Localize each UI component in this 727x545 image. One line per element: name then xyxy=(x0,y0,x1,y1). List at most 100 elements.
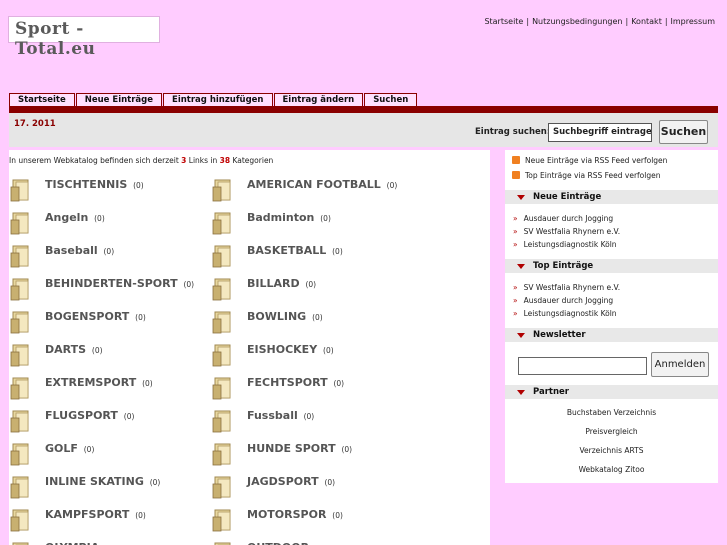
category-count: (0) xyxy=(320,214,331,223)
tab-startseite[interactable]: Startseite xyxy=(9,93,75,106)
search-button[interactable]: Suchen xyxy=(659,120,708,144)
category-link[interactable]: BOWLING (0) xyxy=(247,310,323,323)
category-link[interactable]: OUTDOOR xyxy=(247,541,311,545)
top-entry-link[interactable]: » Ausdauer durch Jogging xyxy=(513,296,613,305)
new-entry-label: Leistungsdiagnostik Köln xyxy=(523,240,617,249)
category-link[interactable]: BILLARD (0) xyxy=(247,277,316,290)
category-count: (0) xyxy=(323,346,334,355)
new-entry-link[interactable]: » SV Westfalia Rhynern e.V. xyxy=(513,227,620,236)
category-name: GOLF xyxy=(45,442,78,455)
folder-icon xyxy=(10,211,32,235)
category-count: (0) xyxy=(135,511,146,520)
top-link-startseite[interactable]: Startseite xyxy=(484,17,523,26)
info-bar: 17. 2011 Eintrag suchen: Suchbegriff ein… xyxy=(9,113,718,147)
category-link[interactable]: EISHOCKEY (0) xyxy=(247,343,334,356)
category-link[interactable]: BOGENSPORT (0) xyxy=(45,310,146,323)
partner-link[interactable]: Buchstaben Verzeichnis xyxy=(505,408,718,417)
category-link[interactable]: BEHINDERTEN-SPORT (0) xyxy=(45,277,194,290)
tab-eintrag-aendern[interactable]: Eintrag ändern xyxy=(273,93,364,106)
category-link[interactable]: MOTORSPOR (0) xyxy=(247,508,343,521)
folder-icon xyxy=(212,409,234,433)
category-count: (0) xyxy=(386,181,398,190)
category-link[interactable]: KAMPFSPORT (0) xyxy=(45,508,146,521)
partner-link[interactable]: Verzeichnis ARTS xyxy=(505,446,718,455)
categories-count: 38 xyxy=(219,156,231,165)
category-link[interactable]: INLINE SKATING (0) xyxy=(45,475,160,488)
partner-link[interactable]: Preisvergleich xyxy=(505,427,718,436)
folder-icon xyxy=(212,277,234,301)
folder-icon xyxy=(10,409,32,433)
new-entry-link[interactable]: » Leistungsdiagnostik Köln xyxy=(513,240,617,249)
folder-icon xyxy=(10,376,32,400)
category-link[interactable]: Badminton (0) xyxy=(247,211,331,224)
folder-icon xyxy=(212,244,234,268)
main-nav: Startseite Neue Einträge Eintrag hinzufü… xyxy=(9,93,418,106)
folder-icon xyxy=(10,442,32,466)
category-link[interactable]: EXTREMSPORT (0) xyxy=(45,376,153,389)
category-count: (0) xyxy=(91,346,103,355)
category-link[interactable]: GOLF (0) xyxy=(45,442,94,455)
rss-new-link[interactable]: Neue Einträge via RSS Feed verfolgen xyxy=(512,156,667,165)
category-name: BOWLING xyxy=(247,310,307,323)
top-entry-link[interactable]: » Leistungsdiagnostik Köln xyxy=(513,309,617,318)
new-entry-link[interactable]: » Ausdauer durch Jogging xyxy=(513,214,613,223)
category-name: EISHOCKEY xyxy=(247,343,318,356)
folder-icon xyxy=(10,343,32,367)
category-name: AMERICAN FOOTBALL xyxy=(247,178,381,191)
category-name: OUTDOOR xyxy=(247,541,309,545)
partner-title: Partner xyxy=(533,387,570,397)
category-count: (0) xyxy=(94,214,105,223)
category-link[interactable]: HUNDE SPORT (0) xyxy=(247,442,352,455)
catalog-intro: In unserem Webkatalog befinden sich derz… xyxy=(9,156,273,165)
category-name: EXTREMSPORT xyxy=(45,376,137,389)
category-link[interactable]: JAGDSPORT (0) xyxy=(247,475,335,488)
newsletter-subscribe-button[interactable]: Anmelden xyxy=(651,352,709,377)
folder-icon xyxy=(212,343,234,367)
site-logo[interactable]: Sport - Total.eu xyxy=(8,16,160,59)
category-count: (0) xyxy=(332,247,343,256)
tab-suchen[interactable]: Suchen xyxy=(364,93,418,106)
top-link-kontakt[interactable]: Kontakt xyxy=(631,17,662,26)
category-name: KAMPFSPORT xyxy=(45,508,130,521)
category-link[interactable]: TISCHTENNIS (0) xyxy=(45,178,144,191)
category-link[interactable]: FECHTSPORT (0) xyxy=(247,376,344,389)
triangle-down-icon xyxy=(517,390,525,395)
top-entry-label: Leistungsdiagnostik Köln xyxy=(523,309,617,318)
category-link[interactable]: Baseball (0) xyxy=(45,244,114,257)
search-input[interactable]: Suchbegriff eintragen xyxy=(548,123,652,142)
category-link[interactable]: Angeln (0) xyxy=(45,211,105,224)
top-link-nutzungsbedingungen[interactable]: Nutzungsbedingungen xyxy=(532,17,622,26)
category-name: OLYMPIA xyxy=(45,541,99,545)
category-link[interactable]: FLUGSPORT (0) xyxy=(45,409,134,422)
category-name: MOTORSPOR xyxy=(247,508,327,521)
category-count: (0) xyxy=(333,379,345,388)
arrow-icon: » xyxy=(513,227,518,236)
folder-icon xyxy=(10,277,32,301)
category-link[interactable]: DARTS (0) xyxy=(45,343,103,356)
top-link-impressum[interactable]: Impressum xyxy=(671,17,715,26)
category-name: BASKETBALL xyxy=(247,244,327,257)
category-link[interactable]: OLYMPIA xyxy=(45,541,101,545)
category-count: (0) xyxy=(133,181,144,190)
folder-icon xyxy=(10,244,32,268)
newsletter-email-input[interactable] xyxy=(518,357,647,375)
category-name: BEHINDERTEN-SPORT xyxy=(45,277,178,290)
category-count: (0) xyxy=(303,412,315,421)
category-panel: In unserem Webkatalog befinden sich derz… xyxy=(9,150,490,545)
arrow-icon: » xyxy=(513,240,518,249)
folder-icon xyxy=(10,178,32,202)
rss-top-link[interactable]: Top Einträge via RSS Feed verfolgen xyxy=(512,171,660,180)
category-count: (0) xyxy=(332,511,343,520)
category-link[interactable]: AMERICAN FOOTBALL (0) xyxy=(247,178,397,191)
folder-icon xyxy=(212,508,234,532)
category-link[interactable]: Fussball (0) xyxy=(247,409,314,422)
rss-icon xyxy=(512,156,520,164)
top-entry-link[interactable]: » SV Westfalia Rhynern e.V. xyxy=(513,283,620,292)
tab-eintrag-hinzufuegen[interactable]: Eintrag hinzufügen xyxy=(163,93,273,106)
category-link[interactable]: BASKETBALL (0) xyxy=(247,244,343,257)
tab-neue-eintraege[interactable]: Neue Einträge xyxy=(75,93,163,106)
rss-new-label: Neue Einträge via RSS Feed verfolgen xyxy=(525,156,668,165)
category-count: (0) xyxy=(142,379,153,388)
partner-link[interactable]: Webkatalog Zitoo xyxy=(505,465,718,474)
partner-header: Partner xyxy=(505,385,718,399)
